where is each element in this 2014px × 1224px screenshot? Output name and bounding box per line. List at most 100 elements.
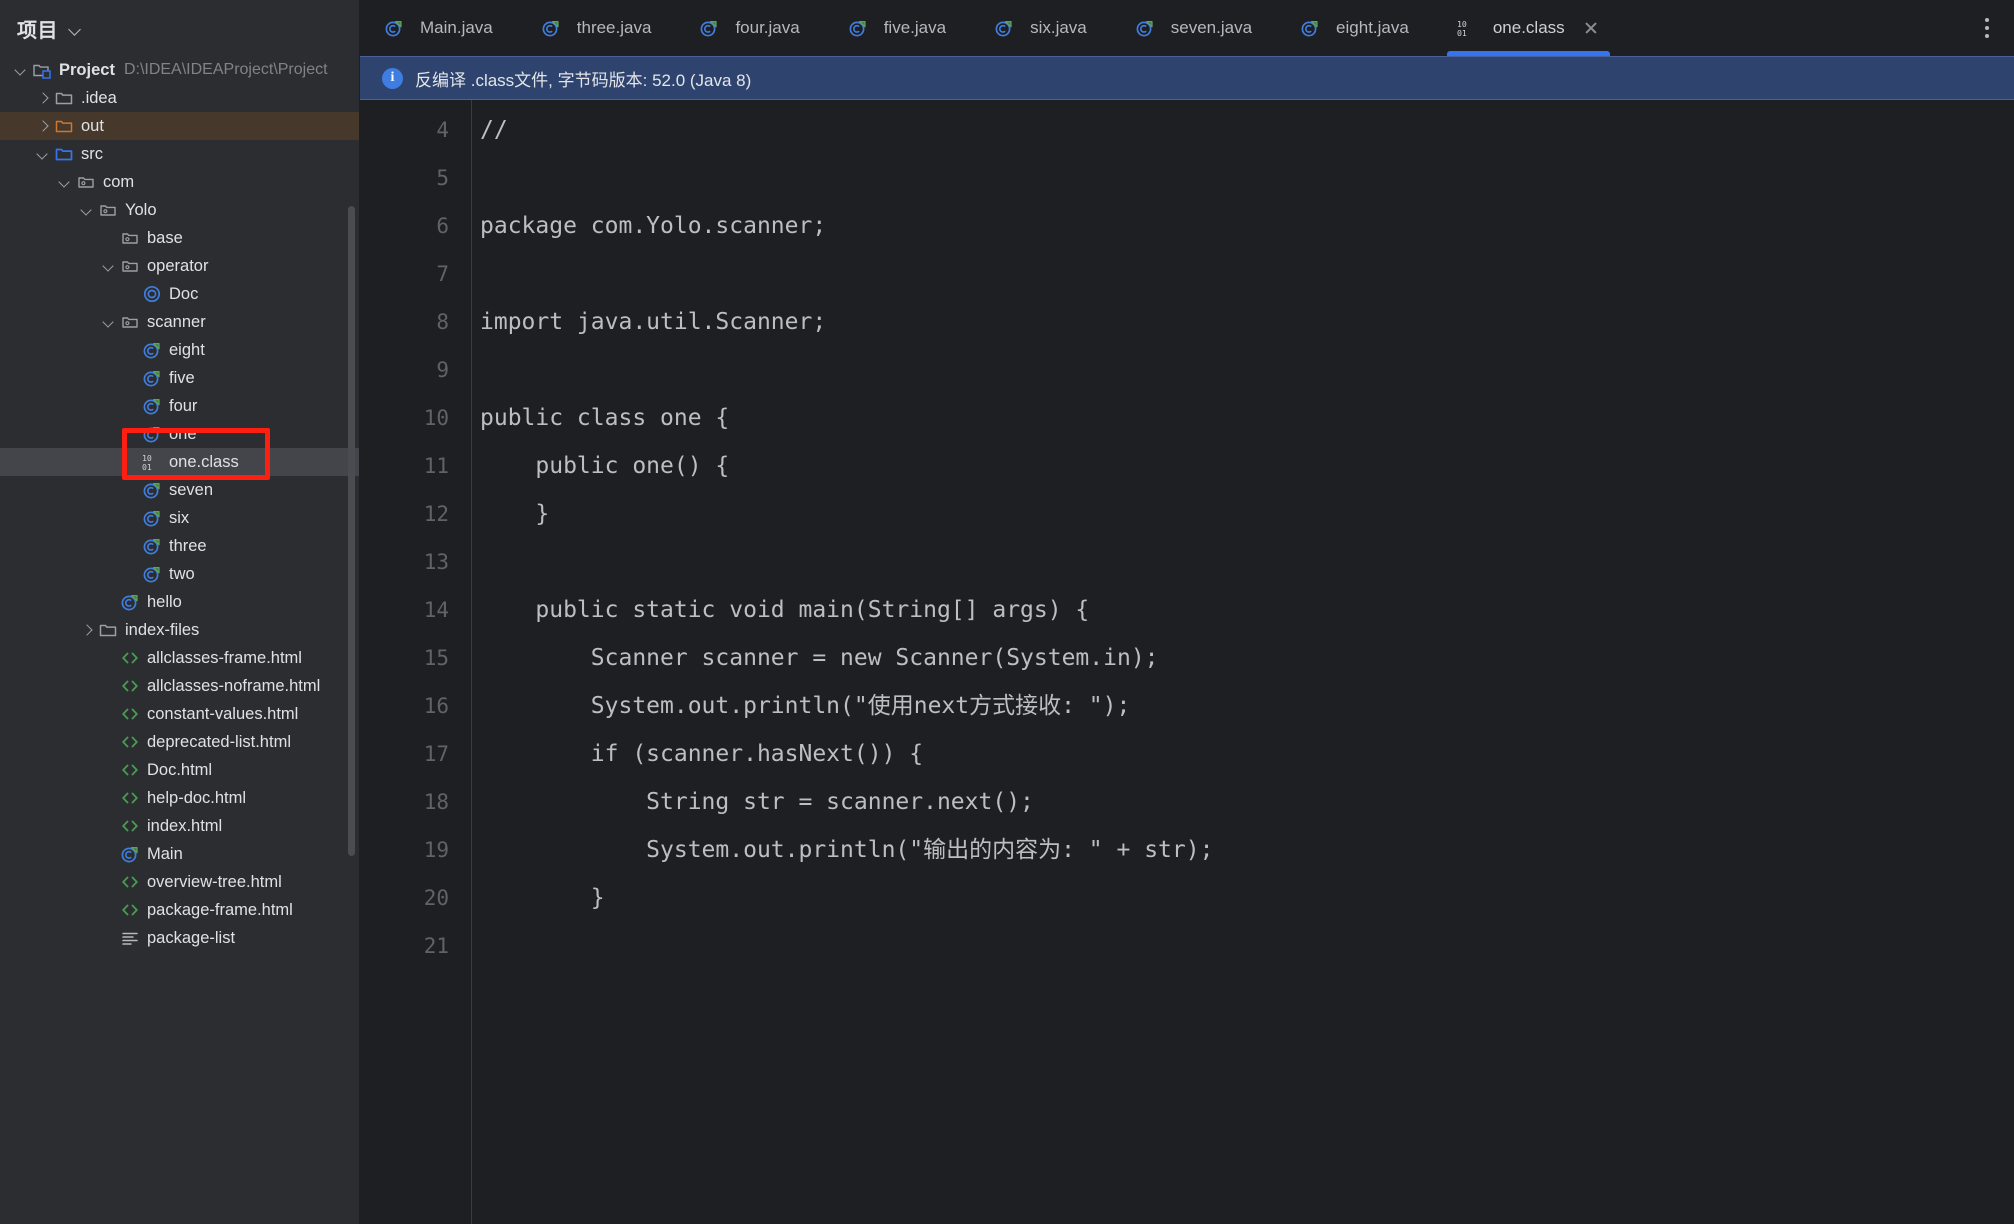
code-line[interactable]: package com.Yolo.scanner; xyxy=(480,202,2014,250)
code-line[interactable] xyxy=(480,346,2014,394)
line-number: 15 xyxy=(423,646,449,670)
editor-tab-three-java[interactable]: three.java xyxy=(517,0,676,56)
chevron-down-icon[interactable] xyxy=(34,145,52,163)
java-runnable-class-icon xyxy=(142,340,162,360)
tree-item-allclasses-frame-html[interactable]: allclasses-frame.html xyxy=(0,644,359,672)
html-file-icon xyxy=(120,676,140,696)
tree-item-seven[interactable]: seven xyxy=(0,476,359,504)
code-line[interactable]: } xyxy=(480,874,2014,922)
editor-tab-one-class[interactable]: 10 01 one.class xyxy=(1433,0,1624,56)
editor-tab-six-java[interactable]: six.java xyxy=(970,0,1111,56)
chevron-down-icon[interactable] xyxy=(78,201,96,219)
close-icon[interactable] xyxy=(1582,19,1600,37)
code-line[interactable]: System.out.println("输出的内容为: " + str); xyxy=(480,826,2014,874)
notification-message: 反编译 .class文件, 字节码版本: 52.0 (Java 8) xyxy=(415,70,752,90)
code-line[interactable]: import java.util.Scanner; xyxy=(480,298,2014,346)
tree-item-label: .idea xyxy=(81,88,117,107)
editor-tab-label: five.java xyxy=(883,18,947,37)
editor-tab-bar[interactable]: Main.java three.java four.java five.java six… xyxy=(360,0,2014,56)
tree-item-two[interactable]: two xyxy=(0,560,359,588)
code-line[interactable]: if (scanner.hasNext()) { xyxy=(480,730,2014,778)
editor-tab-label: six.java xyxy=(1030,18,1087,37)
editor-tab-five-java[interactable]: five.java xyxy=(824,0,970,56)
code-line[interactable]: public static void main(String[] args) { xyxy=(480,586,2014,634)
tree-item-help-doc-html[interactable]: help-doc.html xyxy=(0,784,359,812)
tree-item-operator[interactable]: operator xyxy=(0,252,359,280)
tree-item-src[interactable]: src xyxy=(0,140,359,168)
tree-item-scanner[interactable]: scanner xyxy=(0,308,359,336)
sidebar-scrollbar-thumb[interactable] xyxy=(348,206,355,856)
code-line[interactable] xyxy=(480,538,2014,586)
chevron-right-icon[interactable] xyxy=(78,621,96,639)
chevron-right-icon[interactable] xyxy=(34,117,52,135)
svg-text:01: 01 xyxy=(1457,28,1467,38)
folder-icon xyxy=(98,620,118,640)
code-line[interactable] xyxy=(480,154,2014,202)
code-content[interactable]: // package com.Yolo.scanner; import java.u… xyxy=(472,100,2014,1224)
code-line[interactable]: String str = scanner.next(); xyxy=(480,778,2014,826)
tree-item-overview-tree-html[interactable]: overview-tree.html xyxy=(0,868,359,896)
tree-item-three[interactable]: three xyxy=(0,532,359,560)
tree-item-label: one.class xyxy=(169,452,239,471)
tree-item-eight[interactable]: eight xyxy=(0,336,359,364)
chevron-down-icon[interactable] xyxy=(100,257,118,275)
editor-tab-four-java[interactable]: four.java xyxy=(675,0,823,56)
tree-item-com[interactable]: com xyxy=(0,168,359,196)
tree-item-one[interactable]: one xyxy=(0,420,359,448)
tree-item-hello[interactable]: hello xyxy=(0,588,359,616)
tree-item-base[interactable]: base xyxy=(0,224,359,252)
line-number: 13 xyxy=(423,550,449,574)
tree-item-package-frame-html[interactable]: package-frame.html xyxy=(0,896,359,924)
tree-item-one-class[interactable]: 10 01 one.class xyxy=(0,448,359,476)
sidebar-scrollbar[interactable] xyxy=(348,56,355,1224)
code-line[interactable] xyxy=(480,922,2014,970)
code-line[interactable]: public one() { xyxy=(480,442,2014,490)
binary-class-file-icon: 10 01 xyxy=(142,452,162,472)
code-line[interactable]: // xyxy=(480,106,2014,154)
tree-item-doc-html[interactable]: Doc.html xyxy=(0,756,359,784)
tree-item-constant-values-html[interactable]: constant-values.html xyxy=(0,700,359,728)
tree-item-out[interactable]: out xyxy=(0,112,359,140)
tree-item-index-html[interactable]: index.html xyxy=(0,812,359,840)
tree-item-six[interactable]: six xyxy=(0,504,359,532)
code-editor[interactable]: 4 5 6 7 8 9 10 11 12 13 14 15 16 17 18 19 20 21 // package… xyxy=(360,100,2014,1224)
code-line[interactable]: Scanner scanner = new Scanner(System.in)… xyxy=(480,634,2014,682)
chevron-down-icon[interactable] xyxy=(56,173,74,191)
project-panel-title: 项目 xyxy=(17,19,58,42)
tree-item-label: one xyxy=(169,424,197,443)
chevron-down-icon[interactable] xyxy=(12,61,30,79)
code-line[interactable] xyxy=(480,250,2014,298)
tree-item-label: eight xyxy=(169,340,205,359)
code-line[interactable]: public class one { xyxy=(480,394,2014,442)
folder-blue-icon xyxy=(54,144,74,164)
info-icon: i xyxy=(382,67,403,89)
tree-item-allclasses-noframe-html[interactable]: allclasses-noframe.html xyxy=(0,672,359,700)
tree-item-five[interactable]: five xyxy=(0,364,359,392)
code-line[interactable]: } xyxy=(480,490,2014,538)
editor-tab-main-java[interactable]: Main.java xyxy=(360,0,517,56)
tree-item-doc[interactable]: Doc xyxy=(0,280,359,308)
html-file-icon xyxy=(120,732,140,752)
tree-item-deprecated-list-html[interactable]: deprecated-list.html xyxy=(0,728,359,756)
project-file-tree[interactable]: Project D:\IDEA\IDEAProject\Project .idea o… xyxy=(0,56,359,952)
line-number: 5 xyxy=(436,166,449,190)
tree-item--idea[interactable]: .idea xyxy=(0,84,359,112)
project-panel-header[interactable]: 项目 xyxy=(0,0,359,56)
tree-item-project[interactable]: Project D:\IDEA\IDEAProject\Project xyxy=(0,56,359,84)
chevron-down-icon[interactable] xyxy=(69,22,83,36)
line-number: 7 xyxy=(436,262,449,286)
more-options-icon[interactable] xyxy=(1976,15,1998,41)
tree-item-package-list[interactable]: package-list xyxy=(0,924,359,952)
code-line[interactable]: System.out.println("使用next方式接收: "); xyxy=(480,682,2014,730)
tree-item-main[interactable]: Main xyxy=(0,840,359,868)
tree-item-four[interactable]: four xyxy=(0,392,359,420)
tree-item-index-files[interactable]: index-files xyxy=(0,616,359,644)
chevron-down-icon[interactable] xyxy=(100,313,118,331)
tree-item-yolo[interactable]: Yolo xyxy=(0,196,359,224)
editor-tab-seven-java[interactable]: seven.java xyxy=(1111,0,1276,56)
chevron-right-icon[interactable] xyxy=(34,89,52,107)
editor-tab-eight-java[interactable]: eight.java xyxy=(1276,0,1433,56)
